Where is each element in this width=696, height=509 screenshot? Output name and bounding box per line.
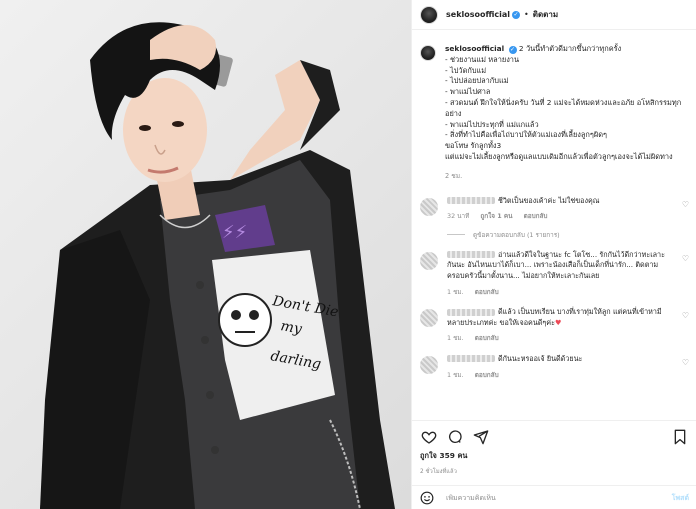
add-comment-input[interactable] bbox=[446, 494, 672, 502]
reply-button[interactable]: ตอบกลับ bbox=[475, 371, 499, 379]
caption-intro: 2 วันนี้ทำตัวดีมากขึ้นกว่าทุกครั้ง bbox=[518, 44, 622, 53]
post-side-panel: seklosoofficial ✓ • ติดตาม seklosooffici… bbox=[411, 0, 696, 509]
comment-icon[interactable] bbox=[446, 428, 464, 446]
comment-like-heart-icon[interactable]: ♡ bbox=[682, 358, 689, 367]
verified-badge-icon: ✓ bbox=[512, 10, 521, 19]
view-replies-label: ดูข้อความตอบกลับ (1 รายการ) bbox=[473, 230, 560, 239]
comment-item: ชีวิตเป็นของเค้าค่ะ ไม่ใช่ของคุณ 32 นาที… bbox=[412, 196, 696, 222]
red-heart-emoji-icon: ♥ bbox=[554, 317, 562, 327]
commenter-username-blurred[interactable] bbox=[447, 308, 495, 316]
emoji-icon[interactable] bbox=[420, 491, 434, 505]
comment-meta: 32 นาที ถูกใจ 1 คน ตอบกลับ bbox=[447, 211, 673, 222]
comment-item: ดีกันนะหรออเจ้ ยินดีด้วยนะ 1 ชม. ตอบกลับ… bbox=[412, 354, 696, 380]
caption-avatar[interactable] bbox=[420, 45, 436, 61]
caption-line: - พาแม่ไปศาล bbox=[445, 87, 491, 97]
caption-line: - ช่วยงานแม่ หลายงาน bbox=[445, 54, 520, 64]
comment-text: ชีวิตเป็นของเค้าค่ะ ไม่ใช่ของคุณ bbox=[498, 195, 600, 205]
comment-body: อ่านแล้วดีใจในฐานะ fc โตโซ... รักกันไว้ด… bbox=[447, 250, 673, 297]
replies-divider bbox=[447, 234, 465, 236]
caption-body: seklosoofficial ✓ 2 วันนี้ทำตัวดีมากขึ้น… bbox=[445, 44, 685, 182]
caption-username[interactable]: seklosoofficial bbox=[445, 44, 504, 53]
likes-count[interactable]: ถูกใจ 359 คน bbox=[412, 450, 696, 462]
comment-time[interactable]: 1 ชม. bbox=[447, 288, 464, 296]
svg-text:⚡⚡: ⚡⚡ bbox=[222, 222, 247, 243]
comment-time[interactable]: 1 ชม. bbox=[447, 371, 464, 379]
commenter-username-blurred[interactable] bbox=[447, 197, 495, 205]
share-icon[interactable] bbox=[472, 428, 490, 446]
photo-illustration: ⚡⚡ Don't Die my darling bbox=[40, 22, 395, 509]
comment-like-heart-icon[interactable]: ♡ bbox=[682, 200, 689, 209]
commenter-avatar[interactable] bbox=[420, 197, 438, 216]
caption-line: - ไปปล่อยปลากับแม่ bbox=[445, 76, 509, 86]
post-caption: seklosoofficial ✓ 2 วันนี้ทำตัวดีมากขึ้น… bbox=[412, 38, 696, 182]
comment-item: อ่านแล้วดีใจในฐานะ fc โตโซ... รักกันไว้ด… bbox=[412, 250, 696, 297]
comment-like-heart-icon[interactable]: ♡ bbox=[682, 311, 689, 320]
comment-body: ชีวิตเป็นของเค้าค่ะ ไม่ใช่ของคุณ 32 นาที… bbox=[447, 196, 673, 222]
comment-body: ดีกันนะหรออเจ้ ยินดีด้วยนะ 1 ชม. ตอบกลับ bbox=[447, 354, 673, 380]
view-replies-button[interactable]: ดูข้อความตอบกลับ (1 รายการ) bbox=[412, 230, 696, 240]
comment-body: ดีแล้ว เป็นบทเรียน บางที่เราทุ่มให้ลูก แ… bbox=[447, 307, 673, 344]
heart-icon[interactable] bbox=[420, 428, 438, 446]
commenter-avatar[interactable] bbox=[420, 251, 438, 270]
caption-line: - สิ่งที่ทำไปคือเพื่อไถ่บาปให้ตัวแม่เองท… bbox=[445, 130, 607, 140]
caption-line: - ไปวัดกับแม่ bbox=[445, 65, 487, 75]
follow-button[interactable]: ติดตาม bbox=[533, 8, 558, 21]
post-age[interactable]: 2 ชั่วโมงที่แล้ว bbox=[412, 466, 696, 476]
comment-meta: 1 ชม. ตอบกลับ bbox=[447, 287, 673, 298]
commenter-username-blurred[interactable] bbox=[447, 251, 495, 259]
commenter-avatar[interactable] bbox=[420, 355, 438, 374]
comments-scroll-area[interactable]: seklosoofficial ✓ 2 วันนี้ทำตัวดีมากขึ้น… bbox=[412, 38, 696, 420]
post-actions: ถูกใจ 359 คน 2 ชั่วโมงที่แล้ว โพสต์ bbox=[412, 420, 696, 509]
post-comment-button[interactable]: โพสต์ bbox=[672, 493, 689, 504]
add-comment-bar: โพสต์ bbox=[412, 485, 696, 509]
comment-likes[interactable]: ถูกใจ 1 คน bbox=[480, 212, 512, 220]
comment-meta: 1 ชม. ตอบกลับ bbox=[447, 370, 673, 381]
commenter-username-blurred[interactable] bbox=[447, 355, 495, 363]
post-header: seklosoofficial ✓ • ติดตาม bbox=[412, 0, 696, 30]
comment-time[interactable]: 1 ชม. bbox=[447, 334, 464, 342]
comment-text: ดีกันนะหรออเจ้ ยินดีด้วยนะ bbox=[498, 353, 583, 363]
comment-time[interactable]: 32 นาที bbox=[447, 212, 469, 220]
comment-meta: 1 ชม. ตอบกลับ bbox=[447, 333, 673, 344]
reply-button[interactable]: ตอบกลับ bbox=[475, 288, 499, 296]
commenter-avatar[interactable] bbox=[420, 309, 438, 328]
author-avatar[interactable] bbox=[420, 5, 438, 24]
header-separator: • bbox=[524, 10, 529, 19]
caption-line: ขอโทษ รักลูกทั้ง3 bbox=[445, 141, 502, 151]
action-icons-row bbox=[412, 421, 696, 447]
comment-like-heart-icon[interactable]: ♡ bbox=[682, 254, 689, 263]
reply-button[interactable]: ตอบกลับ bbox=[475, 334, 499, 342]
reply-button[interactable]: ตอบกลับ bbox=[524, 212, 548, 220]
save-icon[interactable] bbox=[671, 428, 689, 446]
caption-line: แต่แม่จะไม่เลี้ยงลูกหรือดูแลแบบเดิมอีกแล… bbox=[445, 151, 673, 161]
caption-time[interactable]: 2 ชม. bbox=[445, 171, 685, 182]
comment-item: ดีแล้ว เป็นบทเรียน บางที่เราทุ่มให้ลูก แ… bbox=[412, 307, 696, 344]
author-username[interactable]: seklosoofficial bbox=[446, 10, 510, 19]
caption-line: - สวดมนต์ ฝึกใจให้นิ่งครับ วันที่ 2 แม่จ… bbox=[445, 97, 682, 118]
verified-badge-icon: ✓ bbox=[508, 46, 517, 54]
post-photo[interactable]: ⚡⚡ Don't Die my darling bbox=[0, 0, 411, 509]
caption-line: - พาแม่ไปประทุกที่ แม่แกแล้ว bbox=[445, 119, 539, 129]
